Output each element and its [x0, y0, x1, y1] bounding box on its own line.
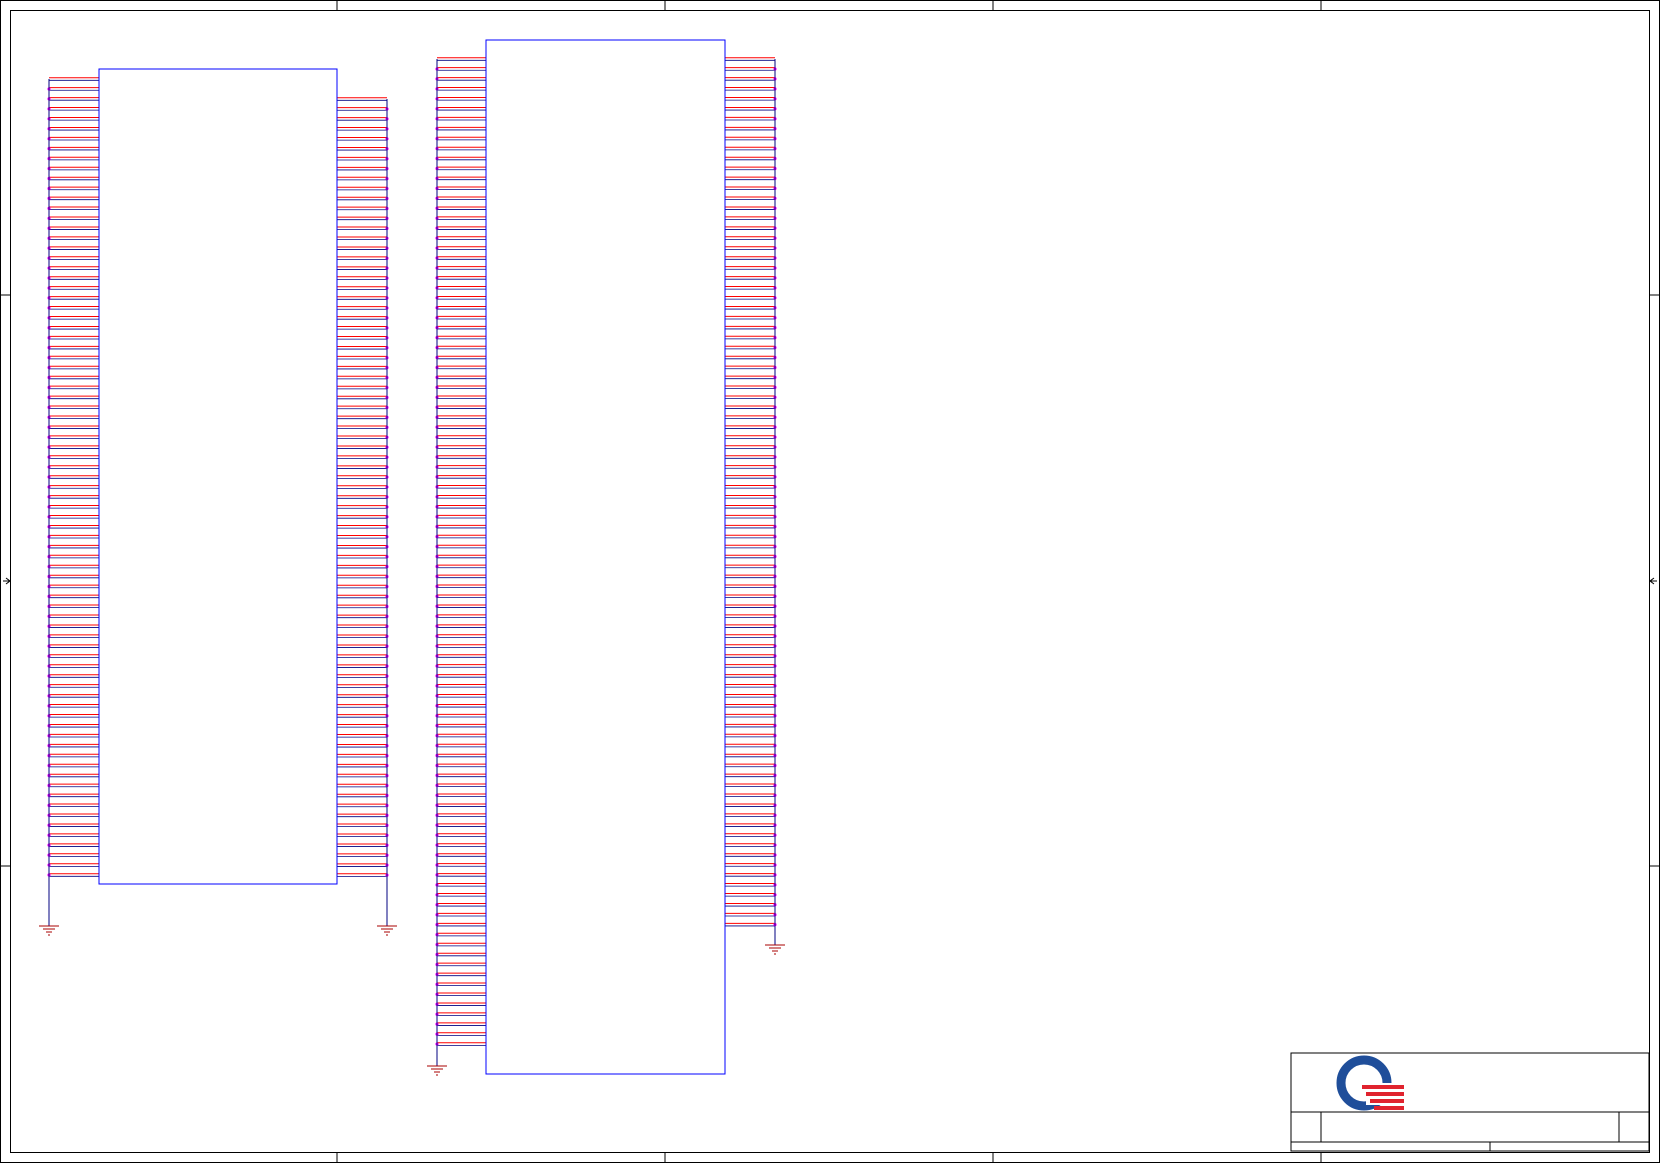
component-body	[485, 39, 726, 1075]
ground-symbol	[377, 925, 397, 936]
ground-symbol	[427, 1065, 447, 1076]
center-arrow-right	[1649, 577, 1657, 585]
ground-symbol	[765, 944, 785, 955]
schematic-sheet	[0, 0, 1660, 1163]
ground-symbol	[39, 925, 59, 936]
left-pin-group	[427, 57, 486, 1076]
component-body	[98, 68, 338, 885]
connector-left	[39, 68, 397, 936]
title-block	[1290, 1052, 1650, 1152]
connector-right	[427, 39, 785, 1076]
company-logo	[1336, 1055, 1404, 1111]
right-pin-group	[337, 97, 397, 936]
left-pin-group	[39, 77, 99, 936]
right-pin-group	[725, 57, 785, 955]
components-layer	[39, 39, 785, 1076]
center-arrow-left	[3, 577, 11, 585]
